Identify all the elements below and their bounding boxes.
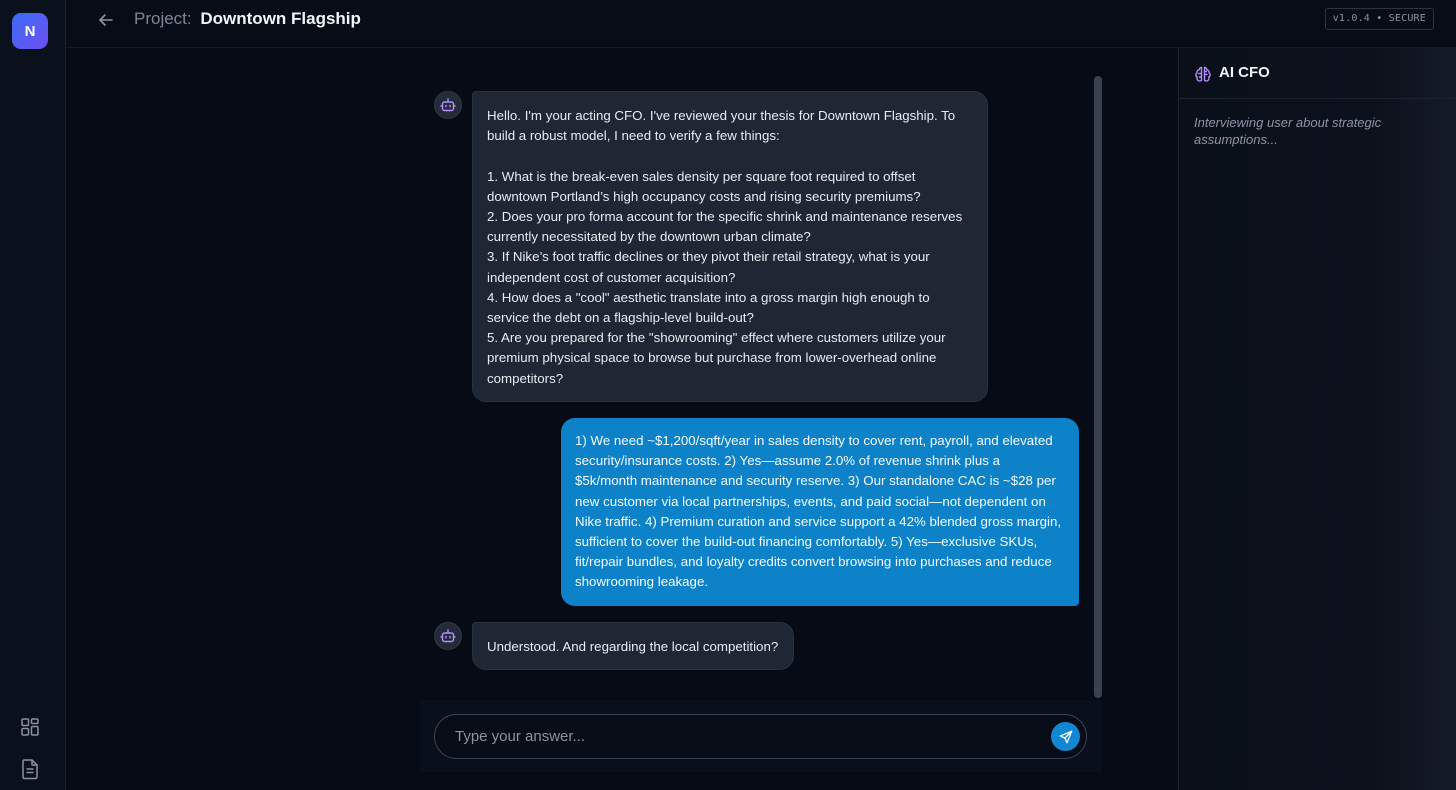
chat-scrollbar[interactable] (1094, 76, 1102, 698)
answer-input[interactable] (455, 715, 1045, 758)
ai-cfo-panel: AI CFO Interviewing user about strategic… (1178, 48, 1456, 790)
send-button[interactable] (1051, 722, 1080, 751)
send-icon (1059, 730, 1072, 743)
project-label: Project: (134, 9, 192, 28)
top-header: Project: Downtown Flagship v1.0.4 • SECU… (66, 0, 1456, 48)
panel-title: AI CFO (1219, 64, 1270, 81)
document-icon[interactable] (19, 758, 41, 780)
version-badge: v1.0.4 • SECURE (1324, 8, 1434, 30)
composer (420, 700, 1102, 772)
grid-icon[interactable] (19, 716, 41, 738)
left-rail: N (0, 0, 66, 790)
answer-input-box[interactable] (434, 714, 1087, 759)
user-message: 1) We need ~$1,200/sqft/year in sales de… (561, 418, 1079, 606)
app-logo[interactable]: N (12, 13, 48, 49)
assistant-message: Understood. And regarding the local comp… (472, 622, 794, 671)
breadcrumb: Project: Downtown Flagship (134, 9, 361, 29)
assistant-message: Hello. I'm your acting CFO. I've reviewe… (472, 91, 988, 402)
arrow-left-icon[interactable] (96, 10, 116, 30)
project-name: Downtown Flagship (200, 9, 361, 28)
panel-status: Interviewing user about strategic assump… (1194, 115, 1382, 147)
panel-header: AI CFO (1179, 48, 1456, 99)
brain-icon (1194, 65, 1212, 83)
robot-icon (434, 91, 462, 119)
robot-icon (434, 622, 462, 650)
